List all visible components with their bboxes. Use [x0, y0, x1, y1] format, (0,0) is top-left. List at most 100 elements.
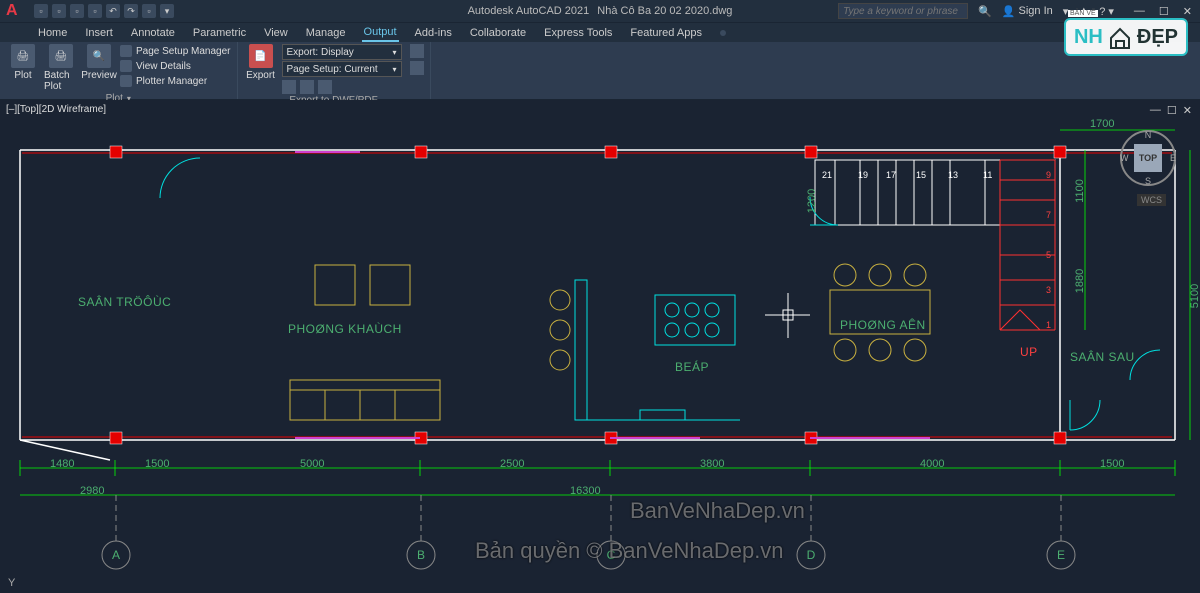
- label-up: UP: [1020, 345, 1038, 359]
- step-19: 19: [858, 170, 868, 180]
- plot-button[interactable]: 🖨Plot: [6, 44, 40, 81]
- label-san-truoc: SAÂN TRÖÔÙC: [78, 295, 171, 309]
- vd-label: View Details: [136, 61, 191, 72]
- qat-save-icon[interactable]: ▫: [70, 4, 84, 18]
- close-button[interactable]: ✕: [1183, 5, 1192, 18]
- preview-icon: 🔍: [87, 44, 111, 68]
- psm-icon: [120, 45, 132, 57]
- qat-saveas-icon[interactable]: ▫: [88, 4, 102, 18]
- viewport-maximize-icon[interactable]: ☐: [1167, 104, 1177, 117]
- viewcube-n: N: [1145, 130, 1152, 140]
- dim-1500b: 1500: [1100, 458, 1124, 470]
- dim-1200: 1200: [806, 189, 818, 213]
- preview-label: Preview: [81, 70, 117, 81]
- view-label[interactable]: [–][Top][2D Wireframe]: [6, 104, 106, 115]
- dim-2500: 2500: [500, 458, 524, 470]
- export-opt1-icon[interactable]: [282, 80, 296, 94]
- tab-annotate[interactable]: Annotate: [129, 25, 177, 41]
- export-display-dropdown[interactable]: Export: Display▾: [282, 44, 402, 60]
- step-15: 15: [916, 170, 926, 180]
- label-san-sau: SAÂN SAU: [1070, 350, 1135, 364]
- qat-share-icon[interactable]: ▾: [160, 4, 174, 18]
- tab-expresstools[interactable]: Express Tools: [542, 25, 614, 41]
- viewcube[interactable]: N S W E TOP: [1120, 130, 1180, 190]
- qat-new-icon[interactable]: ▫: [34, 4, 48, 18]
- export-label: Export: [246, 70, 275, 81]
- step-7: 7: [1046, 210, 1051, 220]
- drawing-viewport[interactable]: [–][Top][2D Wireframe] — ☐ ✕ N S W E TOP…: [0, 100, 1200, 593]
- ribbon-panel: 🖨Plot 🖨Batch Plot 🔍 Preview Page Setup Ma…: [0, 42, 1200, 100]
- dim-1100: 1100: [1074, 179, 1086, 203]
- signin-label: Sign In: [1019, 5, 1053, 17]
- export-icon: 📄: [249, 44, 273, 68]
- step-13: 13: [948, 170, 958, 180]
- qat-undo-icon[interactable]: ↶: [106, 4, 120, 18]
- step-1: 1: [1046, 320, 1051, 330]
- batch-plot-label: Batch Plot: [44, 70, 78, 92]
- apps-dot-icon[interactable]: [720, 30, 726, 36]
- tab-featuredapps[interactable]: Featured Apps: [628, 25, 704, 41]
- house-icon: [1107, 24, 1133, 50]
- export-aux2-icon[interactable]: [410, 61, 424, 75]
- tab-view[interactable]: View: [262, 25, 290, 41]
- signin-button[interactable]: 👤 Sign In: [1002, 5, 1053, 18]
- dim-16300: 16300: [570, 485, 601, 497]
- y-axis-label: Y: [8, 577, 15, 589]
- dim-1480: 1480: [50, 458, 74, 470]
- dim-1500a: 1500: [145, 458, 169, 470]
- preview-button[interactable]: 🔍 Preview: [82, 44, 116, 81]
- viewcube-e: E: [1170, 153, 1176, 163]
- view-details-button[interactable]: View Details: [120, 59, 231, 73]
- batch-plot-icon: 🖨: [49, 44, 73, 68]
- brand-small: BẢN VẼ: [1068, 10, 1098, 17]
- step-9: 9: [1046, 170, 1051, 180]
- label-bep: BEÁP: [675, 360, 709, 374]
- export-opt3-icon[interactable]: [318, 80, 332, 94]
- tab-output[interactable]: Output: [362, 24, 399, 42]
- pm-label: Plotter Manager: [136, 76, 207, 87]
- dim-5000: 5000: [300, 458, 324, 470]
- dim-3800: 3800: [700, 458, 724, 470]
- qat-open-icon[interactable]: ▫: [52, 4, 66, 18]
- svg-text:B: B: [417, 548, 425, 562]
- svg-text:C: C: [607, 548, 616, 562]
- dim-2980: 2980: [80, 485, 104, 497]
- export-aux1-icon[interactable]: [410, 44, 424, 58]
- autocad-logo: A: [6, 2, 24, 20]
- page-setup-manager-button[interactable]: Page Setup Manager: [120, 44, 231, 58]
- titlebar: A ▫ ▫ ▫ ▫ ↶ ↷ ▫ ▾ Autodesk AutoCAD 2021 …: [0, 0, 1200, 22]
- label-phong-khach: PHOØNG KHAÙCH: [288, 322, 402, 336]
- tab-collaborate[interactable]: Collaborate: [468, 25, 528, 41]
- batch-plot-button[interactable]: 🖨Batch Plot: [44, 44, 78, 92]
- qat-redo-icon[interactable]: ↷: [124, 4, 138, 18]
- tab-manage[interactable]: Manage: [304, 25, 348, 41]
- minimize-button[interactable]: —: [1134, 5, 1145, 18]
- label-phong-an: PHOØNG AÊN: [840, 318, 926, 332]
- qat-print-icon[interactable]: ▫: [142, 4, 156, 18]
- ribbon-group-export: 📄 Export Export: Display▾ Page Setup: Cur…: [238, 42, 431, 99]
- export-button[interactable]: 📄 Export: [244, 44, 278, 81]
- app-name: Autodesk AutoCAD 2021: [468, 5, 590, 17]
- step-3: 3: [1046, 285, 1051, 295]
- ribbon-group-plot: 🖨Plot 🖨Batch Plot 🔍 Preview Page Setup Ma…: [0, 42, 238, 99]
- plotter-manager-button[interactable]: Plotter Manager: [120, 74, 231, 88]
- viewport-close-icon[interactable]: ✕: [1183, 104, 1192, 117]
- svg-text:E: E: [1057, 548, 1065, 562]
- viewport-minimize-icon[interactable]: —: [1150, 104, 1161, 117]
- help-icon[interactable]: ? ▾: [1099, 5, 1114, 18]
- ribbon-tabs: Home Insert Annotate Parametric View Man…: [0, 22, 1200, 42]
- brand-nha: NH: [1074, 26, 1103, 49]
- search-icon[interactable]: 🔍: [978, 5, 992, 18]
- tab-home[interactable]: Home: [36, 25, 69, 41]
- page-setup-dropdown[interactable]: Page Setup: Current▾: [282, 61, 402, 77]
- tab-insert[interactable]: Insert: [83, 25, 115, 41]
- file-name: Nhà Cô Ba 20 02 2020.dwg: [597, 5, 732, 17]
- vd-icon: [120, 60, 132, 72]
- dim-5100: 5100: [1189, 284, 1200, 308]
- export-opt2-icon[interactable]: [300, 80, 314, 94]
- tab-parametric[interactable]: Parametric: [191, 25, 248, 41]
- tab-addins[interactable]: Add-ins: [413, 25, 454, 41]
- search-input[interactable]: [838, 3, 968, 19]
- maximize-button[interactable]: ☐: [1159, 5, 1169, 18]
- viewcube-face[interactable]: TOP: [1134, 144, 1162, 172]
